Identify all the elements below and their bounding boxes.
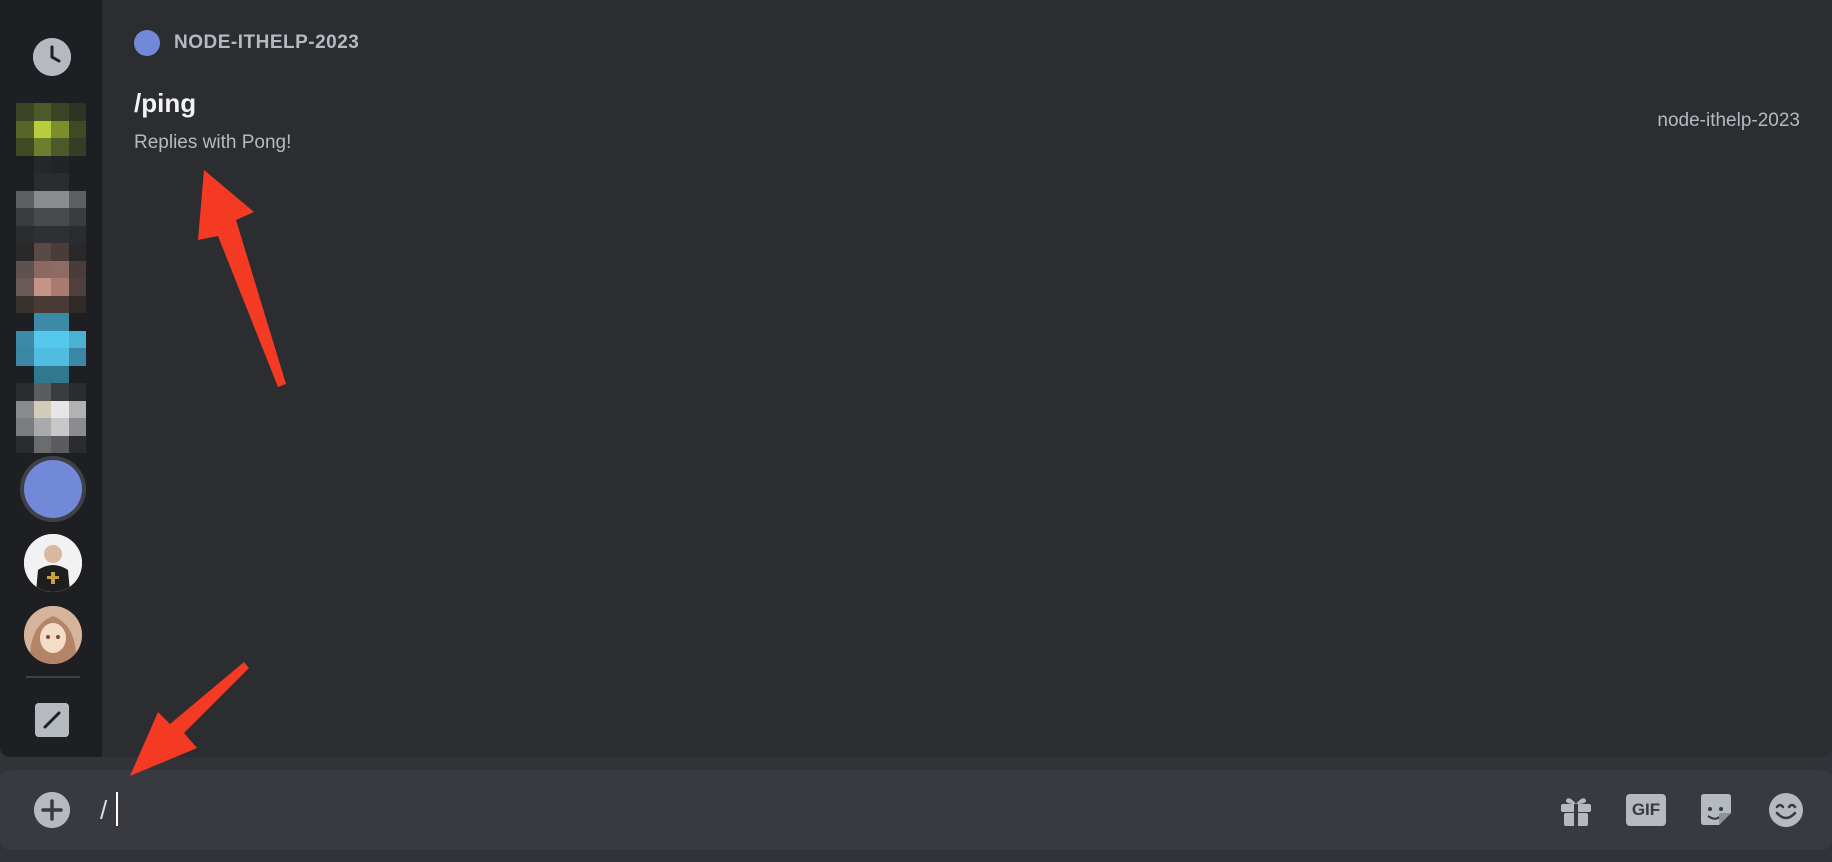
command-source-rail — [0, 0, 102, 757]
message-input[interactable] — [100, 788, 1500, 832]
command-autocomplete-popup: NODE-ITHELP-2023 /ping Replies with Pong… — [0, 0, 1832, 757]
pen-icon[interactable] — [35, 703, 69, 737]
server-avatar-1[interactable] — [16, 103, 86, 173]
server-avatar-5[interactable] — [16, 383, 86, 453]
message-composer: GIF — [0, 770, 1832, 850]
section-title: NODE-ITHELP-2023 — [174, 32, 360, 53]
server-dot-icon — [134, 30, 160, 56]
command-list: NODE-ITHELP-2023 /ping Replies with Pong… — [102, 0, 1832, 757]
clock-icon[interactable] — [33, 38, 71, 76]
command-name: /ping — [134, 88, 197, 118]
discord-window: NODE-ITHELP-2023 /ping Replies with Pong… — [0, 0, 1832, 862]
server-avatar-4[interactable] — [16, 313, 86, 383]
emoji-icon — [1769, 793, 1803, 827]
command-source: node-ithelp-2023 — [1657, 110, 1800, 131]
user-avatar-anime[interactable] — [24, 606, 82, 664]
gift-icon — [1561, 798, 1591, 826]
add-icon — [34, 792, 70, 828]
sticker-icon — [1701, 794, 1731, 825]
gift-button[interactable] — [1556, 790, 1596, 830]
gif-label: GIF — [1626, 794, 1666, 826]
text-caret — [116, 792, 118, 826]
composer-tools: GIF — [1556, 788, 1806, 832]
rail-divider — [26, 676, 80, 678]
user-avatar-priest[interactable] — [24, 534, 82, 592]
server-avatar-2[interactable] — [16, 173, 86, 243]
emoji-button[interactable] — [1766, 790, 1806, 830]
gif-button[interactable]: GIF — [1626, 790, 1666, 830]
server-avatar-selected[interactable] — [24, 460, 82, 518]
sticker-button[interactable] — [1696, 790, 1736, 830]
command-item-ping[interactable]: /ping Replies with Pong! node-ithelp-202… — [122, 80, 1812, 170]
add-attachment-button[interactable] — [34, 792, 70, 828]
command-section-header: NODE-ITHELP-2023 — [134, 30, 359, 56]
command-description: Replies with Pong! — [134, 132, 292, 153]
server-avatar-3[interactable] — [16, 243, 86, 313]
